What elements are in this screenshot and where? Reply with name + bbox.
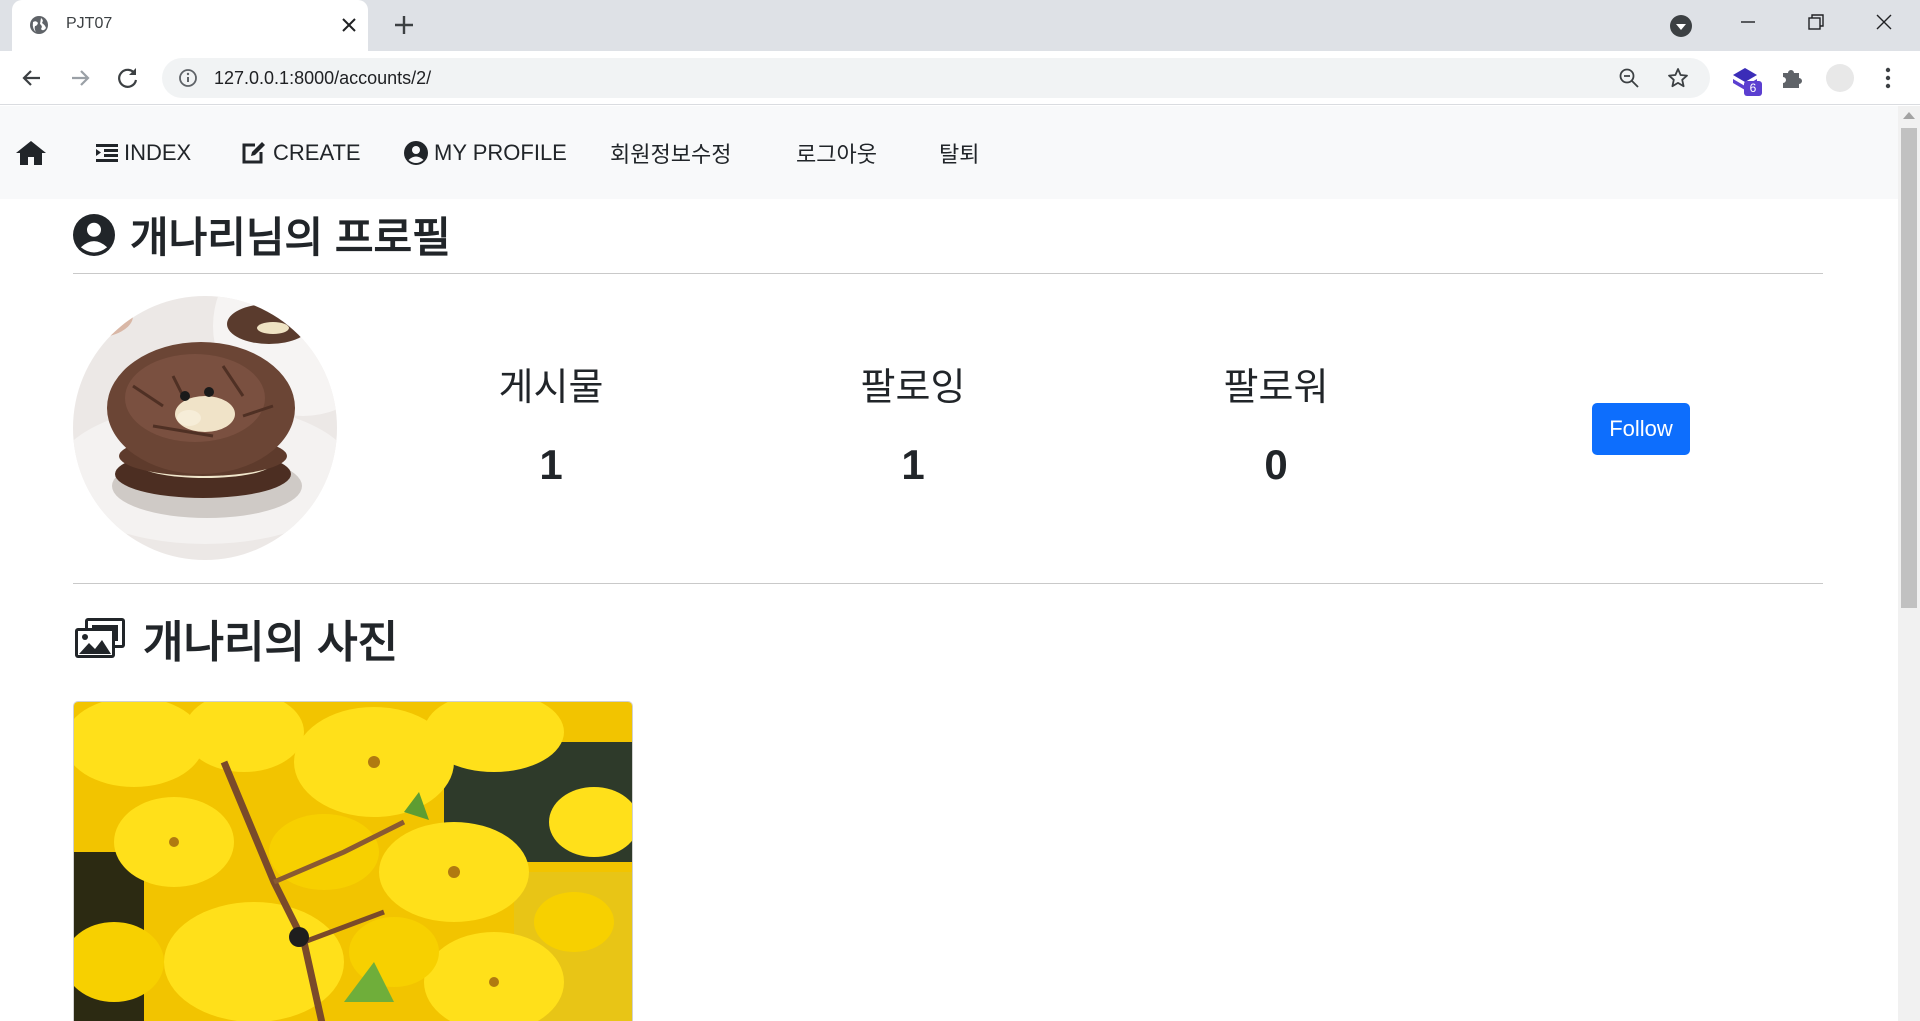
info-icon[interactable]: [178, 68, 198, 88]
browser-tab-strip: PJT07: [0, 0, 1920, 51]
edit-icon: [242, 141, 265, 163]
zoom-out-icon[interactable]: [1618, 67, 1640, 89]
restore-icon[interactable]: [1804, 10, 1828, 34]
nav-create-label: CREATE: [273, 139, 361, 165]
tab-title: PJT07: [66, 15, 113, 32]
more-vert-icon[interactable]: [1876, 64, 1900, 92]
nav-logout[interactable]: 로그아웃: [796, 106, 877, 199]
photos-title-text: 개나리의 사진: [143, 618, 399, 667]
close-tab-icon[interactable]: [336, 12, 362, 38]
nav-edit-account[interactable]: 회원정보수정: [610, 106, 731, 199]
reload-icon[interactable]: [114, 64, 142, 92]
nav-create[interactable]: CREATE: [241, 106, 361, 199]
profile-title: 개나리님의 프로필: [73, 204, 451, 265]
tab-search-icon[interactable]: [1668, 13, 1694, 39]
stat-following: 팔로잉 1: [803, 356, 1023, 489]
stat-following-label: 팔로잉: [860, 367, 966, 409]
profile-avatar: [73, 296, 337, 560]
nav-logout-label: 로그아웃: [796, 141, 877, 167]
stat-following-value: 1: [901, 441, 925, 488]
stat-followers-label: 팔로워: [1223, 367, 1329, 409]
nav-home[interactable]: [15, 106, 53, 199]
images-icon: [75, 618, 125, 658]
stat-posts: 게시물 1: [441, 356, 661, 489]
minimize-icon[interactable]: [1736, 10, 1760, 34]
browser-tab[interactable]: PJT07: [12, 0, 368, 51]
browser-profile-avatar[interactable]: [1826, 64, 1854, 92]
nav-edit-account-label: 회원정보수정: [610, 141, 732, 167]
stat-followers-value: 0: [1264, 441, 1288, 488]
scroll-up-arrow-icon[interactable]: [1903, 112, 1915, 119]
bookmark-star-icon[interactable]: [1666, 66, 1690, 90]
user-circle-icon: [73, 213, 115, 256]
home-icon: [16, 140, 46, 165]
list-icon: [96, 143, 118, 162]
stat-followers: 팔로워 0: [1166, 356, 1386, 489]
user-circle-icon: [404, 140, 428, 165]
profile-title-text: 개나리님의 프로필: [130, 214, 451, 261]
divider: [73, 273, 1823, 274]
new-tab-icon[interactable]: [390, 11, 418, 39]
nav-my-profile[interactable]: MY PROFILE: [404, 106, 567, 199]
address-bar[interactable]: 127.0.0.1:8000/accounts/2/: [162, 58, 1710, 98]
browser-toolbar: 127.0.0.1:8000/accounts/2/ 6: [0, 51, 1920, 105]
forward-arrow-icon[interactable]: [66, 64, 94, 92]
photos-title: 개나리의 사진: [73, 606, 398, 670]
scroll-thumb[interactable]: [1901, 128, 1917, 608]
forsythia-photo: [74, 702, 632, 1021]
follow-button[interactable]: Follow: [1592, 403, 1690, 455]
nav-my-profile-label: MY PROFILE: [434, 139, 567, 165]
globe-icon: [30, 16, 48, 34]
page-scrollbar[interactable]: [1898, 106, 1920, 1021]
puzzle-icon[interactable]: [1779, 65, 1805, 91]
close-window-icon[interactable]: [1872, 10, 1896, 34]
photo-card[interactable]: [73, 701, 633, 1021]
nav-index-label: INDEX: [124, 139, 192, 165]
site-navbar: INDEX CREATE MY PROFILE 회원정보수정 로그아웃 탈퇴: [0, 106, 1898, 199]
nav-index[interactable]: INDEX: [96, 106, 191, 199]
extension-badge: 6: [1744, 81, 1762, 96]
stat-posts-label: 게시물: [498, 367, 604, 409]
page-viewport: INDEX CREATE MY PROFILE 회원정보수정 로그아웃 탈퇴 개…: [0, 106, 1920, 1021]
profile-photo-cookie: [73, 296, 337, 560]
back-arrow-icon[interactable]: [18, 64, 46, 92]
divider: [73, 583, 1823, 584]
nav-withdraw-label: 탈퇴: [939, 141, 980, 167]
url-text: 127.0.0.1:8000/accounts/2/: [214, 68, 432, 88]
nav-withdraw[interactable]: 탈퇴: [939, 106, 979, 199]
stat-posts-value: 1: [539, 441, 563, 488]
